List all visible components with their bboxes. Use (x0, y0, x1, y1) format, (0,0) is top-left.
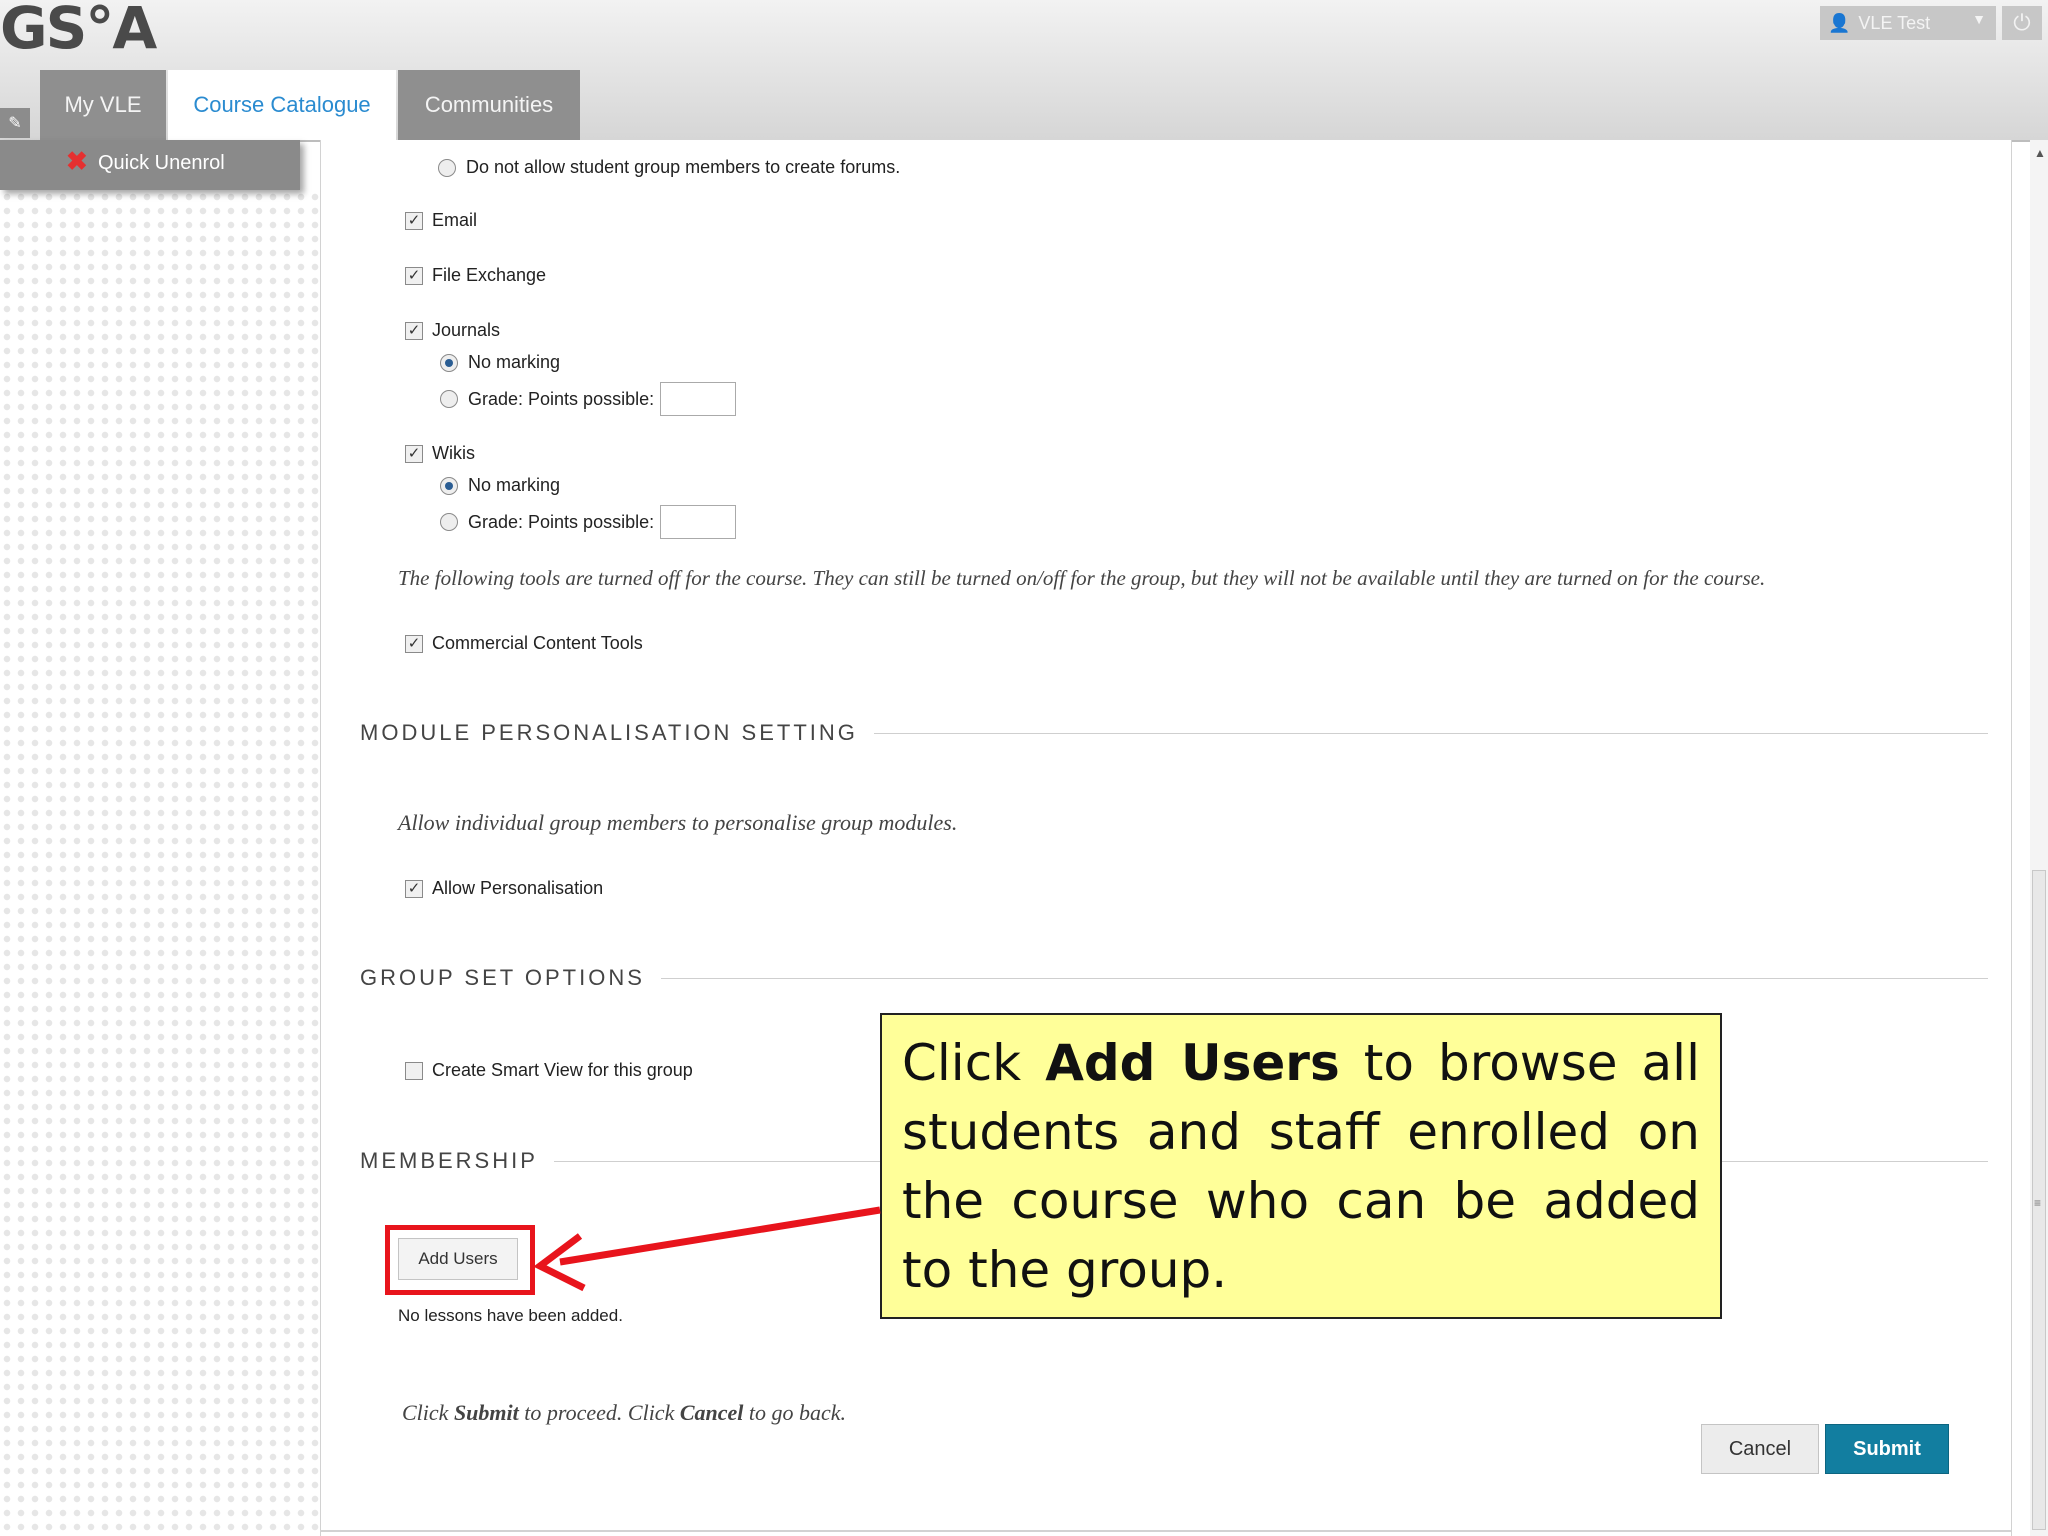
scroll-up-icon[interactable]: ▲ (2034, 146, 2046, 160)
arrow-icon (533, 1206, 881, 1292)
scroll-grip-icon: ≡ (2034, 1196, 2042, 1210)
